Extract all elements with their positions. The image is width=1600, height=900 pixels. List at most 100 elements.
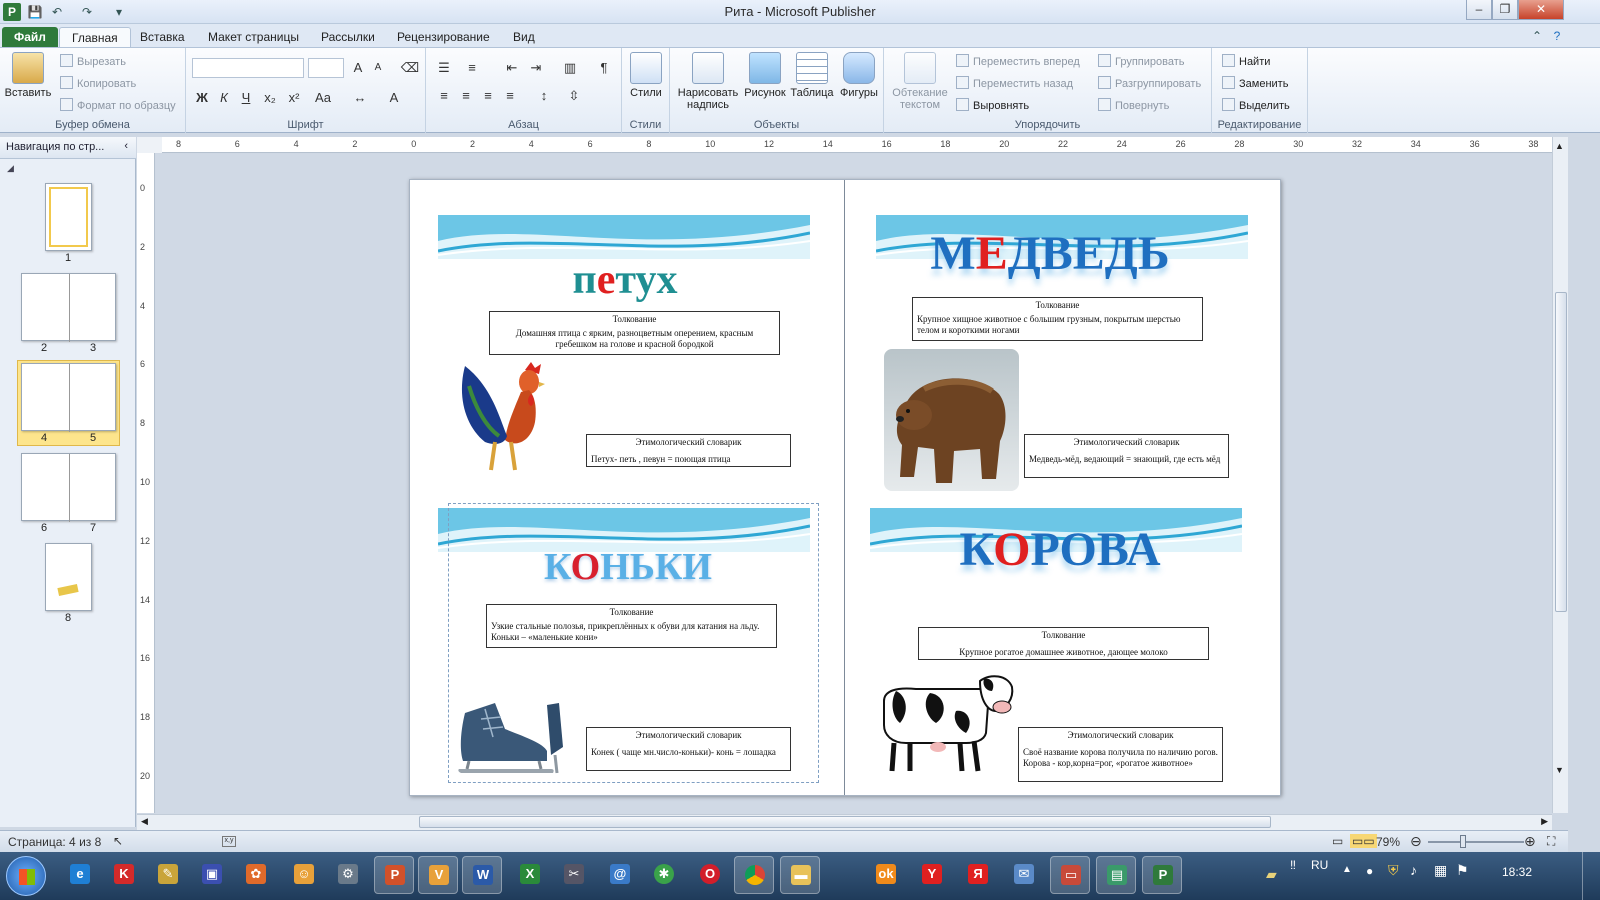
- taskbar-email[interactable]: ✉: [1004, 856, 1044, 894]
- vertical-scroll-thumb[interactable]: [1555, 292, 1567, 612]
- paragraph-spacing-icon[interactable]: ⇳: [564, 88, 584, 104]
- folder-tray-icon[interactable]: ▰: [1266, 866, 1277, 883]
- vertical-ruler[interactable]: 0 2 4 6 8 10 12 14 16 18 20: [137, 153, 155, 813]
- etymology-box-konki[interactable]: Этимологический словарик Конек ( чаще мн…: [586, 727, 791, 771]
- language-indicator[interactable]: RU: [1311, 858, 1328, 872]
- word-petuh[interactable]: петух: [520, 256, 730, 304]
- definition-box-konki[interactable]: Толкование Узкие стальные полозья, прикр…: [486, 604, 777, 648]
- skates-image[interactable]: [455, 699, 580, 779]
- security-tray-icon[interactable]: ⛨: [1388, 862, 1399, 879]
- definition-box-petuh[interactable]: Толкование Домашняя птица с ярким, разно…: [489, 311, 780, 355]
- bold-button[interactable]: Ж: [192, 90, 212, 105]
- align-center-icon[interactable]: ≡: [456, 88, 476, 103]
- underline-button[interactable]: Ч: [236, 90, 256, 105]
- clock[interactable]: 18:32: [1502, 865, 1532, 879]
- align-right-icon[interactable]: ≡: [478, 88, 498, 103]
- taskbar-yandex-browser[interactable]: Я: [958, 856, 998, 894]
- taskbar-odnoklassniki[interactable]: ok: [866, 856, 906, 894]
- change-case-button[interactable]: Аа: [310, 90, 336, 105]
- taskbar-paint[interactable]: ✿: [236, 856, 276, 894]
- zoom-in-icon[interactable]: ⊕: [1524, 833, 1536, 850]
- show-desktop-button[interactable]: [1582, 852, 1600, 900]
- taskbar-disk[interactable]: ▣: [192, 856, 232, 894]
- start-button[interactable]: [6, 856, 46, 896]
- decrease-indent-icon[interactable]: ⇤: [502, 60, 522, 76]
- flag-tray-icon[interactable]: ⚑: [1456, 862, 1469, 879]
- definition-box-korova[interactable]: Толкование Крупное рогатое домашнее живо…: [918, 627, 1209, 660]
- group-button[interactable]: Группировать: [1098, 54, 1185, 68]
- align-left-icon[interactable]: ≡: [434, 88, 454, 103]
- format-painter-button[interactable]: Формат по образцу: [60, 98, 176, 112]
- page-thumbnail-8[interactable]: [45, 543, 92, 611]
- shrink-font-button[interactable]: A: [368, 62, 388, 73]
- taskbar-powerpoint[interactable]: P: [374, 856, 414, 894]
- taskbar-yandex[interactable]: Y: [912, 856, 952, 894]
- styles-button[interactable]: Стили: [626, 52, 666, 99]
- taskbar-chat[interactable]: ☺: [284, 856, 324, 894]
- clear-format-icon[interactable]: ⌫: [400, 60, 420, 76]
- mic-tray-icon[interactable]: ‼: [1290, 858, 1296, 872]
- page-thumbnail-2-3[interactable]: [21, 273, 116, 342]
- scroll-left-icon[interactable]: ◀: [141, 816, 148, 827]
- character-spacing-icon[interactable]: ↔: [350, 90, 370, 105]
- horizontal-scrollbar[interactable]: ◀ ▶: [137, 814, 1552, 830]
- increase-indent-icon[interactable]: ⇥: [526, 60, 546, 76]
- taskbar-kaspersky[interactable]: K: [104, 856, 144, 894]
- tray-expand-icon[interactable]: ▲: [1342, 864, 1352, 875]
- zoom-out-icon[interactable]: ⊖: [1410, 833, 1422, 850]
- align-button[interactable]: Выровнять: [956, 98, 1029, 112]
- scroll-down-icon[interactable]: ▼: [1555, 765, 1564, 775]
- tab-home[interactable]: Главная: [59, 27, 131, 48]
- zoom-slider[interactable]: [1428, 841, 1524, 843]
- page-thumbnail-6-7[interactable]: [21, 453, 116, 522]
- vertical-scrollbar[interactable]: ▲ ▼: [1552, 137, 1568, 813]
- replace-button[interactable]: Заменить: [1222, 76, 1288, 90]
- network-tray-icon[interactable]: ▦: [1434, 862, 1447, 879]
- taskbar-opera[interactable]: O: [690, 856, 730, 894]
- picture-button[interactable]: Рисунок: [742, 52, 788, 99]
- find-button[interactable]: Найти: [1222, 54, 1270, 68]
- copy-button[interactable]: Копировать: [60, 76, 136, 90]
- cut-button[interactable]: Вырезать: [60, 54, 126, 68]
- word-korova[interactable]: КОРОВА: [930, 522, 1190, 577]
- page-thumbnail-4-5[interactable]: [21, 363, 116, 432]
- help-icon[interactable]: ?: [1548, 27, 1566, 45]
- superscript-button[interactable]: x²: [284, 90, 304, 105]
- ungroup-button[interactable]: Разгруппировать: [1098, 76, 1201, 90]
- etymology-box-petuh[interactable]: Этимологический словарик Петух- петь , п…: [586, 434, 791, 467]
- subscript-button[interactable]: x₂: [260, 90, 280, 105]
- volume-tray-icon[interactable]: ♪: [1410, 862, 1417, 878]
- etymology-box-korova[interactable]: Этимологический словарик Своё название к…: [1018, 727, 1223, 782]
- minimize-button[interactable]: –: [1466, 0, 1492, 20]
- section-collapse-icon[interactable]: ◢: [7, 163, 14, 174]
- font-name-combo[interactable]: [192, 58, 304, 78]
- tab-mailings[interactable]: Рассылки: [309, 27, 387, 48]
- line-spacing-icon[interactable]: ↕: [534, 88, 554, 103]
- minimize-ribbon-icon[interactable]: ⌃: [1528, 27, 1546, 45]
- two-page-view-icon[interactable]: ▭▭: [1350, 834, 1377, 848]
- tab-file[interactable]: Файл: [2, 27, 58, 48]
- taskbar-chrome[interactable]: [734, 856, 774, 894]
- tab-page-design[interactable]: Макет страницы: [196, 27, 311, 48]
- table-button[interactable]: Таблица: [788, 52, 836, 99]
- close-button[interactable]: ✕: [1518, 0, 1564, 20]
- scroll-right-icon[interactable]: ▶: [1541, 816, 1548, 827]
- taskbar-scanner[interactable]: ✂: [554, 856, 594, 894]
- taskbar-word[interactable]: W: [462, 856, 502, 894]
- taskbar-mail[interactable]: @: [600, 856, 640, 894]
- zoom-level[interactable]: 79%: [1376, 835, 1400, 849]
- taskbar-app-v[interactable]: V: [418, 856, 458, 894]
- wrap-text-button[interactable]: Обтекание текстом: [888, 52, 952, 111]
- rooster-image[interactable]: [455, 356, 545, 484]
- cow-image[interactable]: [876, 671, 1018, 777]
- shapes-button[interactable]: Фигуры: [836, 52, 882, 99]
- definition-box-medved[interactable]: Толкование Крупное хищное животное с бол…: [912, 297, 1203, 341]
- taskbar-ie[interactable]: e: [60, 856, 100, 894]
- numbering-icon[interactable]: ≡: [462, 60, 482, 75]
- page-thumbnail-1[interactable]: [45, 183, 92, 251]
- zoom-slider-thumb[interactable]: [1460, 835, 1466, 848]
- word-konki[interactable]: КОНЬКИ: [520, 545, 736, 589]
- scroll-up-icon[interactable]: ▲: [1555, 141, 1564, 151]
- maximize-button[interactable]: ❐: [1492, 0, 1518, 20]
- taskbar-presentation[interactable]: ▭: [1050, 856, 1090, 894]
